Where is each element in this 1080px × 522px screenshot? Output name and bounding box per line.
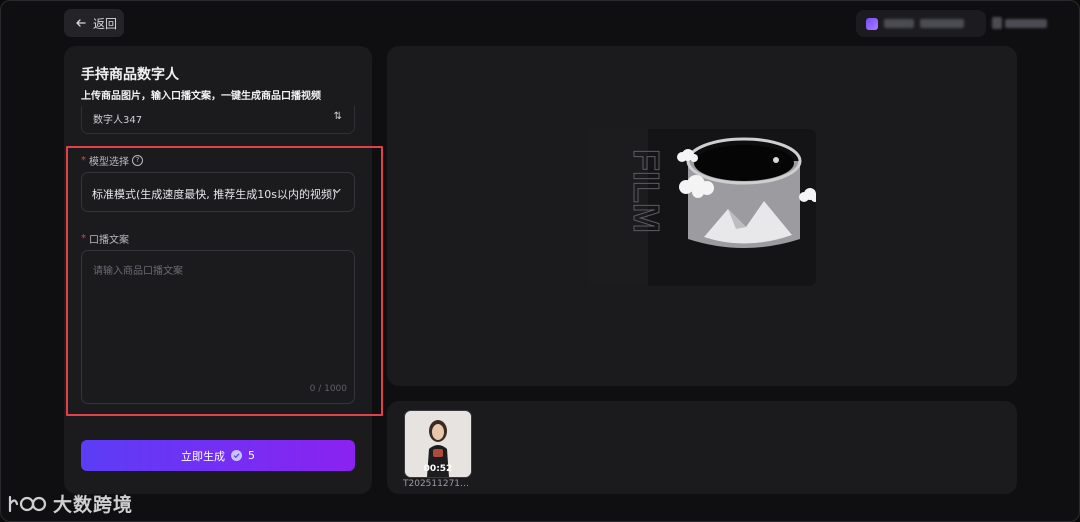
page-title: 手持商品数字人: [81, 67, 179, 83]
placeholder-illustration: FILM: [586, 129, 816, 286]
avatar-select-value: 数字人347: [93, 115, 143, 126]
film-illustration: FILM: [586, 129, 816, 286]
generate-button[interactable]: 立即生成 5: [81, 440, 355, 471]
film-text: FILM: [626, 149, 667, 233]
brand-logo-icon: [8, 495, 47, 512]
watermark-text: 大数跨境: [53, 494, 134, 516]
back-button[interactable]: 返回: [64, 9, 124, 37]
brand-logo-icon: [866, 17, 878, 30]
account-chip[interactable]: [856, 10, 986, 37]
page-subtitle: 上传商品图片，输入口播文案，一键生成商品口播视频: [81, 91, 321, 102]
highlight-annotation: [66, 146, 383, 416]
swap-icon: ⇅: [333, 111, 342, 122]
arrow-left-icon: [76, 19, 86, 27]
generate-label: 立即生成: [181, 449, 225, 463]
redacted-info: [884, 19, 914, 28]
history-panel: [387, 401, 1017, 494]
user-avatar-redacted[interactable]: [992, 15, 1050, 31]
credit-icon: [231, 450, 242, 461]
history-video-name: T202511271…: [403, 479, 470, 489]
credit-count: 5: [248, 449, 255, 462]
back-label: 返回: [93, 16, 118, 31]
avatar-select[interactable]: 数字人347 ⇅: [81, 106, 355, 134]
history-video-thumbnail[interactable]: 00:52: [404, 410, 472, 478]
redacted-info: [920, 19, 964, 28]
video-duration: 00:52: [423, 464, 453, 474]
watermark: 大数跨境: [7, 490, 133, 517]
